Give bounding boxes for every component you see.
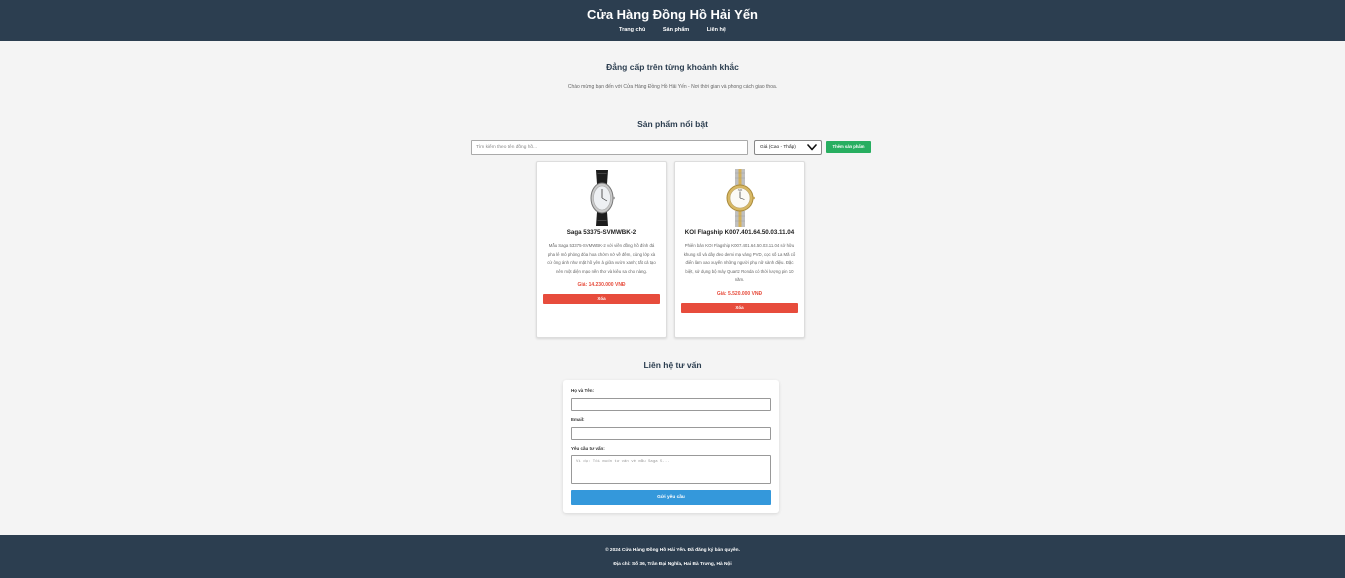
- product-card: Saga 53375-SVMWBK-2 Mẫu Saga 53375-SVMWB…: [536, 161, 667, 338]
- sort-select[interactable]: Giá (Cao - Thấp): [754, 140, 822, 155]
- request-label: Yêu cầu tư vấn:: [571, 446, 605, 451]
- contact-title: Liên hệ tư vấn: [643, 360, 702, 370]
- submit-button[interactable]: Gửi yêu cầu: [571, 490, 771, 505]
- svg-text:XII: XII: [737, 188, 743, 192]
- product-card: XII KOI Flagship K007.401.64.50.03.11.04…: [674, 161, 805, 338]
- delete-button[interactable]: Xóa: [543, 294, 660, 305]
- site-title: Cửa Hàng Đồng Hồ Hải Yến: [587, 7, 758, 22]
- hero-subtitle: Chào mừng bạn đến với Cửa Hàng Đồng Hồ H…: [567, 84, 778, 90]
- contact-form: Họ và Tên: Email: Yêu cầu tư vấn: Ví dụ:…: [563, 380, 779, 513]
- footer-address: Địa chỉ: Số 36, Trần Đại Nghĩa, Hai Bà T…: [613, 562, 732, 567]
- product-name: KOI Flagship K007.401.64.50.03.11.04: [684, 229, 795, 236]
- name-label: Họ và Tên:: [571, 388, 595, 393]
- name-field[interactable]: [571, 398, 771, 411]
- main-nav: Trang chủ Sản phẩm Liên hệ: [0, 27, 1345, 33]
- product-name: Saga 53375-SVMWBK-2: [566, 229, 637, 236]
- watch-image: XII: [675, 168, 804, 228]
- nav-home[interactable]: Trang chủ: [619, 27, 645, 33]
- chevron-down-icon: [807, 144, 817, 151]
- product-description: Mẫu Saga 53375-SVMWBK-2 với viền đồng hồ…: [547, 243, 656, 274]
- email-label: Email:: [571, 417, 585, 422]
- product-description: Phiên bản KOI Flagship K007.401.64.50.03…: [683, 243, 796, 283]
- watch-image: [537, 168, 666, 228]
- search-input[interactable]: Tìm kiếm theo tên đồng hồ...: [471, 140, 748, 155]
- hero-title: Đẳng cấp trên từng khoảnh khắc: [606, 62, 739, 72]
- product-price: Giá: 14.230.000 VNĐ: [577, 282, 626, 289]
- sort-value: Giá (Cao - Thấp): [760, 145, 796, 150]
- email-field[interactable]: [571, 427, 771, 440]
- footer-copyright: © 2024 Cửa Hàng Đồng Hồ Hải Yến. Đã đăng…: [605, 548, 740, 553]
- nav-contact[interactable]: Liên hệ: [707, 27, 726, 33]
- site-header: Cửa Hàng Đồng Hồ Hải Yến Trang chủ Sản p…: [0, 0, 1345, 41]
- delete-button[interactable]: Xóa: [681, 302, 798, 313]
- nav-products[interactable]: Sản phẩm: [663, 27, 689, 33]
- product-price: Giá: 5.520.000 VNĐ: [716, 290, 763, 297]
- products-title: Sản phẩm nổi bật: [637, 119, 708, 129]
- request-textarea[interactable]: Ví dụ: Tôi muốn tư vấn về mẫu Saga 5...: [571, 455, 771, 484]
- site-footer: © 2024 Cửa Hàng Đồng Hồ Hải Yến. Đã đăng…: [0, 535, 1345, 578]
- add-product-button[interactable]: Thêm sản phẩm: [826, 141, 871, 153]
